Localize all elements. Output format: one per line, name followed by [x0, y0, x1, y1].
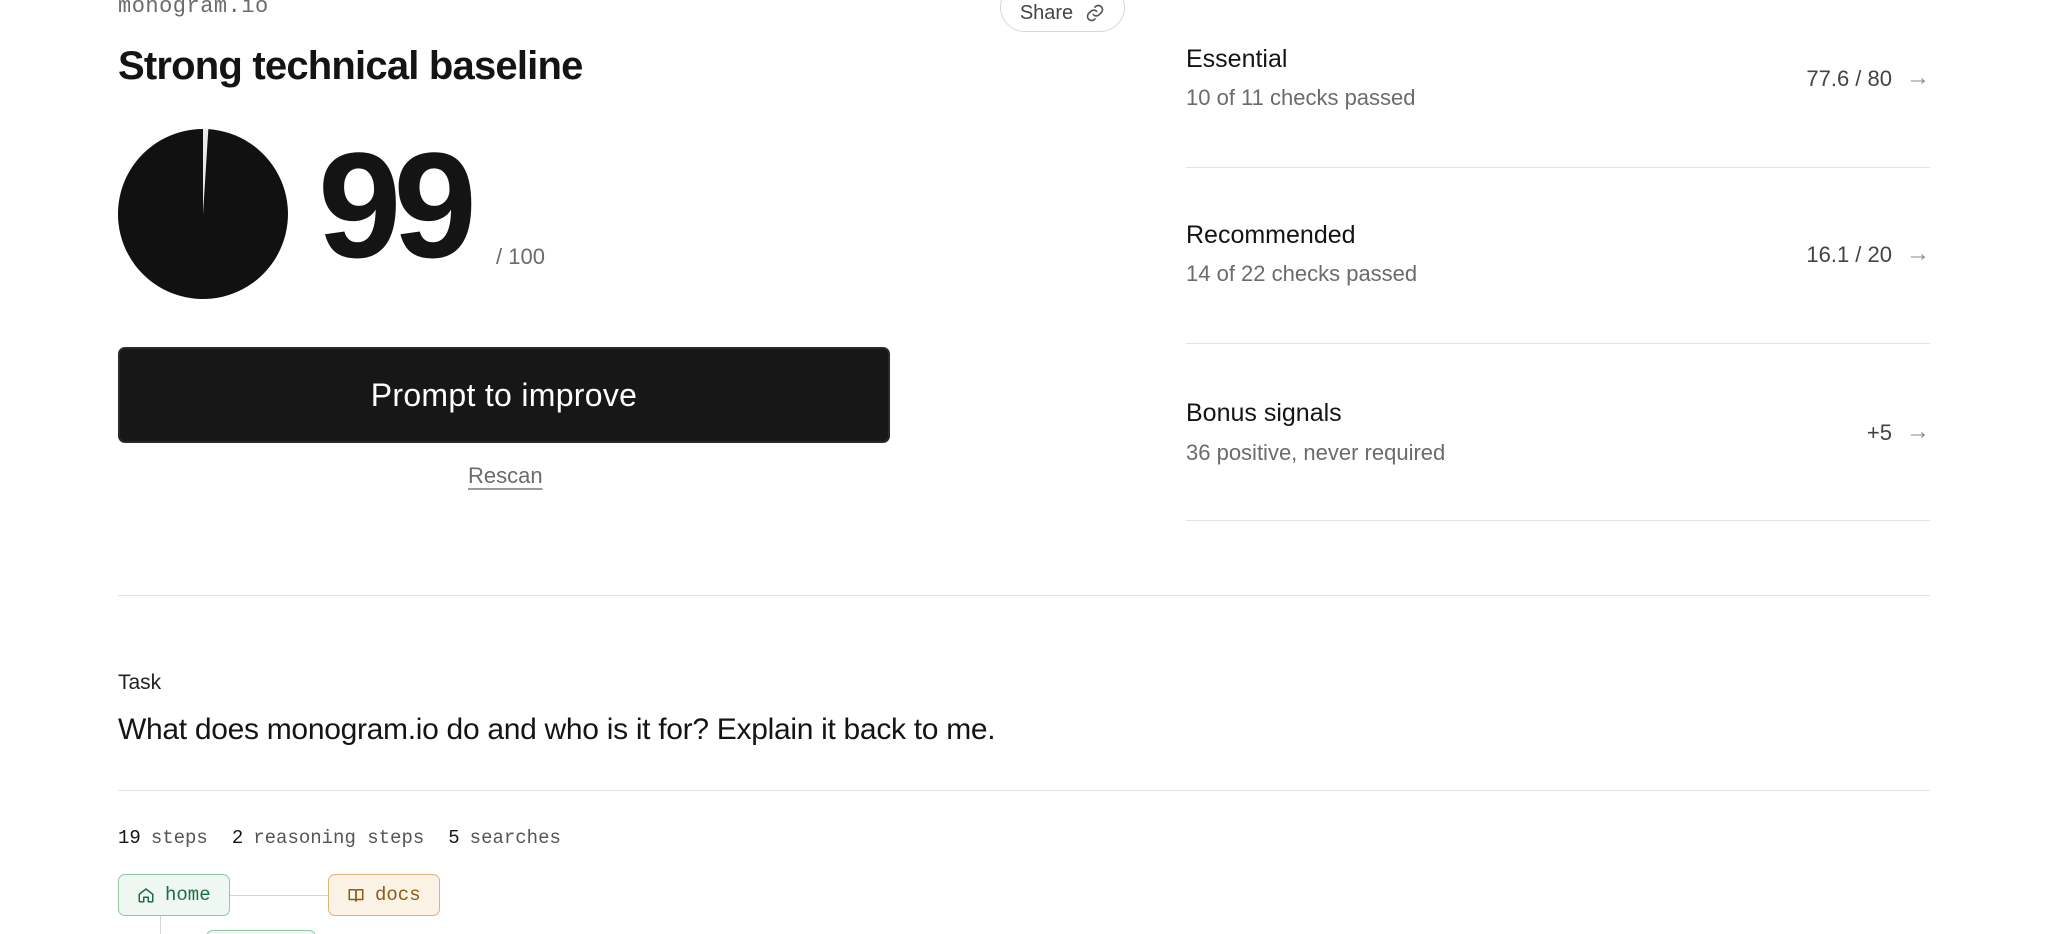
- score-pie-chart: [118, 129, 288, 299]
- category-title: Recommended: [1186, 221, 1356, 249]
- category-essential[interactable]: Essential 10 of 11 checks passed 77.6 / …: [1186, 0, 1930, 168]
- section-divider: [118, 595, 1930, 596]
- prompt-to-improve-button[interactable]: Prompt to improve: [118, 347, 890, 443]
- stat-steps: 19 steps: [118, 827, 208, 849]
- graph-node-label: home: [165, 884, 211, 906]
- task-label: Task: [118, 671, 162, 694]
- category-subtitle: 14 of 22 checks passed: [1186, 261, 1418, 286]
- run-stats: 19 steps 2 reasoning steps 5 searches: [118, 827, 561, 849]
- score-max: / 100: [496, 244, 545, 269]
- stat-searches: 5 searches: [448, 827, 561, 849]
- graph-edge: [228, 895, 328, 896]
- book-icon: [348, 889, 364, 902]
- link-icon: [1086, 4, 1104, 22]
- site-domain: monogram.io: [118, 0, 269, 19]
- task-divider: [118, 790, 1930, 791]
- category-score: +5: [1866, 420, 1892, 445]
- stat-reasoning-steps: 2 reasoning steps: [231, 827, 425, 849]
- task-text: What does monogram.io do and who is it f…: [118, 713, 996, 746]
- home-icon: [138, 888, 154, 903]
- category-subtitle: 36 positive, never required: [1186, 440, 1446, 465]
- arrow-right-icon: →: [1906, 64, 1930, 91]
- category-score: 16.1 / 20: [1806, 242, 1892, 267]
- share-label: Share: [1019, 1, 1074, 24]
- score-pie-fill: [118, 129, 288, 299]
- graph-node-docs[interactable]: docs: [328, 874, 440, 916]
- category-recommended[interactable]: Recommended 14 of 22 checks passed 16.1 …: [1186, 168, 1930, 344]
- graph-node-label: docs: [375, 884, 421, 906]
- category-score: 77.6 / 80: [1806, 66, 1892, 91]
- result-headline: Strong technical baseline: [118, 44, 583, 88]
- rescan-link[interactable]: Rescan: [468, 463, 543, 489]
- category-bonus-signals[interactable]: Bonus signals 36 positive, never require…: [1186, 344, 1930, 521]
- arrow-right-icon: →: [1906, 418, 1930, 445]
- share-button[interactable]: Share: [1000, 0, 1125, 32]
- score-value: 99: [318, 121, 477, 289]
- category-title: Essential: [1186, 45, 1288, 73]
- graph-node-home[interactable]: home: [118, 874, 230, 916]
- category-subtitle: 10 of 11 checks passed: [1186, 85, 1416, 110]
- category-title: Bonus signals: [1186, 399, 1342, 427]
- arrow-right-icon: →: [1906, 240, 1930, 267]
- graph-node-partial[interactable]: [206, 930, 316, 934]
- graph-edge: [160, 916, 161, 934]
